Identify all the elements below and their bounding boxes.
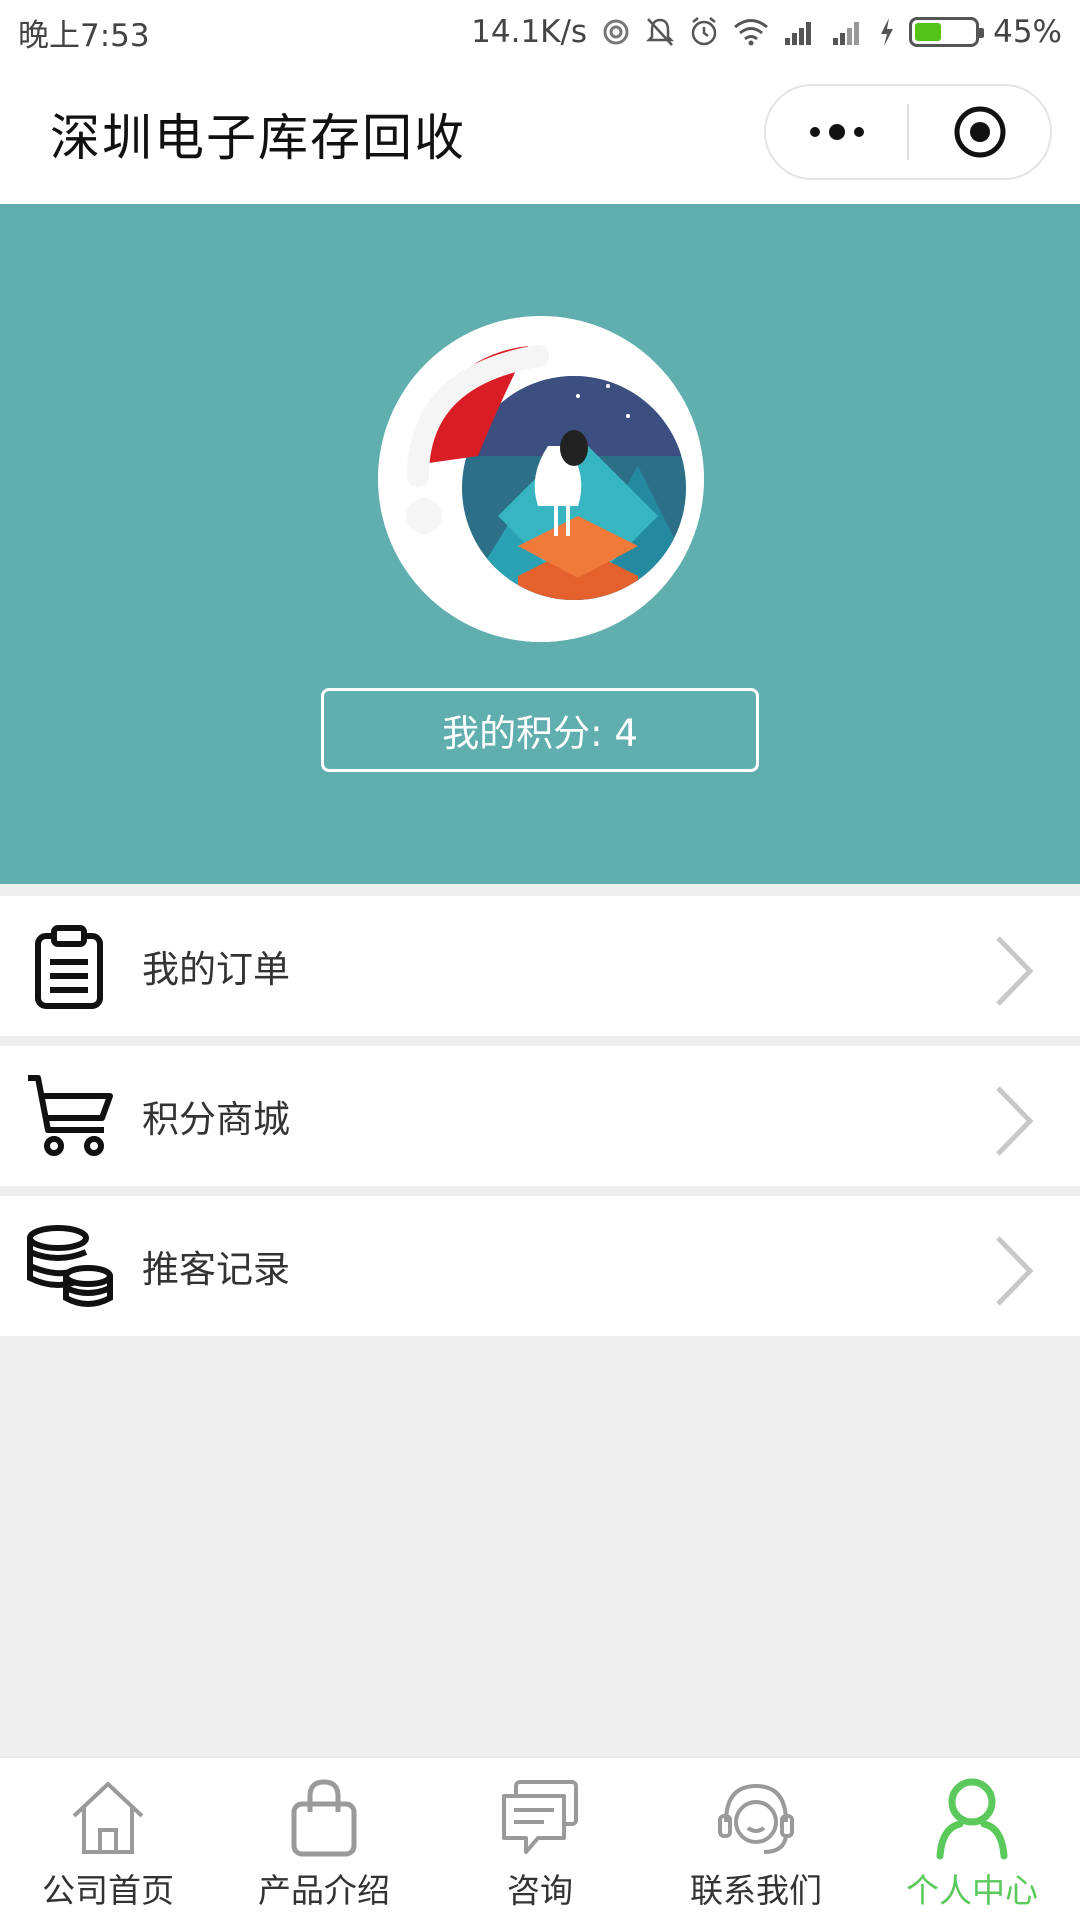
signal-icon — [785, 22, 812, 45]
page-title: 深圳电子库存回收 — [50, 109, 466, 167]
title-bar: 深圳电子库存回收 — [0, 64, 1080, 204]
menu-item-label: 推客记录 — [142, 1248, 290, 1291]
tab-products[interactable]: 产品介绍 — [216, 1758, 432, 1920]
coins-stack-icon — [27, 1225, 113, 1307]
tab-bar: 公司首页 产品介绍 咨询 联系我们 个人中心 — [0, 1756, 1080, 1920]
battery-fill — [915, 23, 942, 41]
more-button[interactable] — [766, 86, 907, 178]
tab-label: 咨询 — [507, 1871, 573, 1910]
mute-icon — [646, 18, 675, 46]
alarm-icon — [691, 17, 717, 46]
person-icon — [936, 1778, 1008, 1860]
menu-item-label: 我的订单 — [142, 948, 290, 991]
tab-label: 产品介绍 — [258, 1871, 390, 1910]
menu-item-points-mall[interactable]: 积分商城 — [0, 1046, 1080, 1186]
more-dots-icon — [809, 124, 864, 140]
tab-label: 公司首页 — [42, 1871, 174, 1910]
chevron-right-icon — [996, 1086, 1034, 1156]
target-circle-icon — [954, 106, 1005, 158]
avatar-image — [378, 316, 704, 642]
menu-item-my-orders[interactable]: 我的订单 — [0, 896, 1080, 1036]
wifi-icon — [734, 19, 769, 46]
profile-header: 我的积分: 4 — [0, 204, 1080, 884]
status-bar: 晚上7:53 14.1K/s 45% — [0, 0, 1080, 64]
tab-label: 联系我们 — [690, 1871, 822, 1910]
screen: 晚上7:53 14.1K/s 45% 深圳电子库存回收 我的积分: 4 我的订单… — [0, 0, 1080, 1920]
network-speed: 14.1K/s — [471, 14, 588, 50]
tab-home[interactable]: 公司首页 — [0, 1758, 216, 1920]
tab-personal-center[interactable]: 个人中心 — [864, 1758, 1080, 1920]
points-display[interactable]: 我的积分: 4 — [321, 688, 759, 772]
status-right: 14.1K/s 45% — [471, 14, 1062, 50]
clipboard-icon — [35, 925, 103, 1009]
chat-icon — [502, 1780, 578, 1854]
chevron-right-icon — [996, 1236, 1034, 1306]
chevron-right-icon — [996, 936, 1034, 1006]
signal-icon — [833, 22, 860, 45]
shopping-cart-icon — [28, 1075, 113, 1156]
home-icon — [72, 1782, 144, 1854]
points-text: 我的积分: 4 — [442, 712, 638, 755]
battery-icon — [909, 17, 985, 47]
charging-icon — [881, 18, 894, 46]
menu-item-label: 积分商城 — [142, 1098, 290, 1141]
avatar[interactable] — [378, 316, 704, 642]
tab-consult[interactable]: 咨询 — [432, 1758, 648, 1920]
hotspot-icon — [603, 19, 629, 45]
tab-contact[interactable]: 联系我们 — [648, 1758, 864, 1920]
close-button[interactable] — [909, 86, 1050, 178]
capsule-menu — [764, 84, 1052, 180]
menu-list: 我的订单 积分商城 推客记录 — [0, 896, 1080, 1346]
tab-label: 个人中心 — [906, 1871, 1038, 1910]
menu-item-referral-records[interactable]: 推客记录 — [0, 1196, 1080, 1336]
status-time: 晚上7:53 — [18, 17, 150, 54]
bag-icon — [291, 1779, 357, 1857]
headset-icon — [718, 1783, 794, 1854]
battery-percent: 45% — [993, 14, 1062, 50]
